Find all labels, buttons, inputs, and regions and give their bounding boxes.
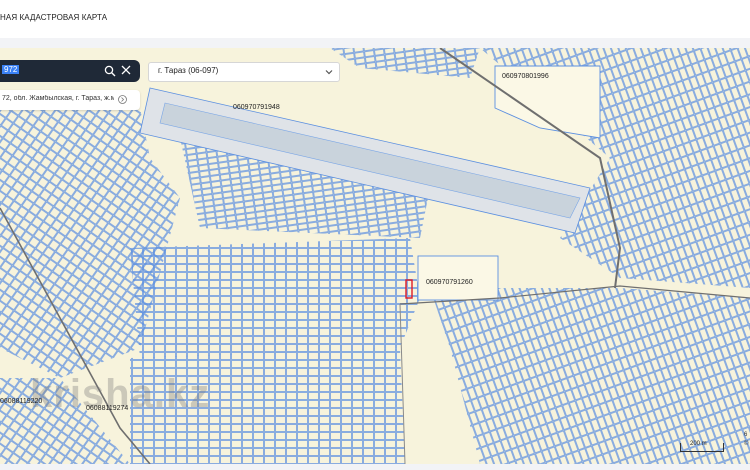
- scale-label: 200 m: [690, 441, 707, 447]
- arrow-right-circle-icon[interactable]: [118, 95, 127, 104]
- search-result-text: 72, обл. Жамбылская, г. Тараз, ж.м. С...: [2, 95, 114, 102]
- parcel-060970791260[interactable]: [417, 255, 499, 301]
- search-icon[interactable]: [104, 65, 116, 77]
- search-result-item[interactable]: 72, обл. Жамбылская, г. Тараз, ж.м. С...: [0, 90, 140, 110]
- parcel-label: 060970791948: [233, 104, 280, 111]
- cadastral-map[interactable]: krisha.kz: [0, 48, 750, 464]
- region-select-value: г. Тараз (06-097): [158, 66, 219, 75]
- chevron-down-icon: [325, 70, 333, 75]
- residential-block-central: [130, 238, 420, 358]
- parcel-label: 06088119220: [0, 398, 43, 405]
- search-bar[interactable]: 972: [0, 60, 140, 82]
- region-select[interactable]: г. Тараз (06-097): [148, 62, 340, 82]
- parcel-label: 060970791260: [426, 279, 473, 286]
- parcel-label: 060970801996: [502, 73, 549, 80]
- page-title: НАЯ КАДАСТРОВАЯ КАРТА: [0, 13, 108, 22]
- side-label: 6: [744, 432, 748, 438]
- residential-block-east: [430, 288, 750, 464]
- parcel-label: 06088119274: [86, 405, 129, 412]
- close-icon[interactable]: [121, 65, 131, 75]
- top-bar: НАЯ КАДАСТРОВАЯ КАРТА: [0, 0, 750, 38]
- search-input[interactable]: 972: [2, 65, 20, 74]
- side-label: ©: [744, 441, 749, 447]
